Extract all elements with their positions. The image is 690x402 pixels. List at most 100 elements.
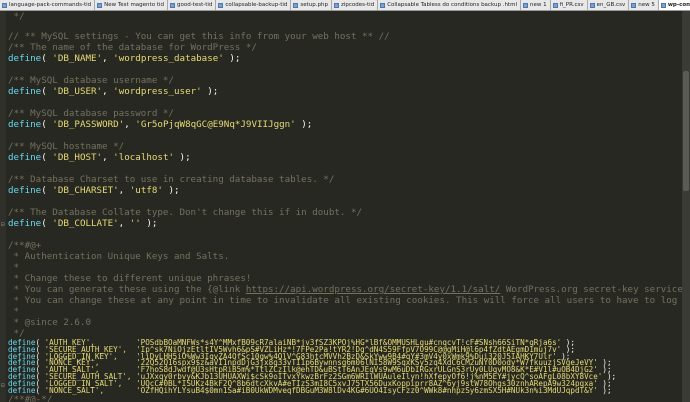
code-line: * — [8, 262, 20, 273]
const-value: 'OZfHQihYLYsuB4$0mn1Sa#iB0UkWDMveqfDBGuM… — [136, 385, 598, 395]
define-keyword: define — [8, 119, 42, 130]
punctuation: , — [124, 119, 136, 130]
comment-text: * You can generate these using the {@lin… — [8, 284, 246, 295]
const-name: 'NONCE_SALT', — [44, 385, 105, 395]
tab-9[interactable]: en_GB.csv — [587, 0, 630, 10]
punctuation: ( — [41, 185, 53, 196]
define-keyword: define — [8, 53, 42, 64]
tab-label: setup.php — [300, 2, 328, 8]
code-line: * You can generate these using the {@lin… — [8, 284, 682, 295]
punctuation: ); — [162, 185, 180, 196]
punctuation: ( — [41, 86, 53, 97]
tab-11[interactable]: wp-config.php — [658, 0, 690, 10]
file-icon — [97, 2, 103, 8]
punctuation: ); — [140, 218, 158, 229]
file-icon — [589, 2, 595, 8]
punctuation: ( — [41, 218, 53, 229]
code-editor[interactable]: ⊟ ⊟ */ // ** MySQL settings - You can ge… — [0, 11, 682, 402]
code-line-define-db-user: define( 'DB_USER', 'wordpress_user' ); — [8, 86, 218, 97]
tab-10[interactable]: new 5 — [629, 0, 659, 10]
file-icon — [334, 2, 339, 8]
fold-marker-icon[interactable]: ⊟ — [1, 383, 5, 389]
code-line: /** MySQL database password */ — [8, 108, 174, 119]
code-line: /**#@-*/ — [8, 394, 53, 402]
punctuation: ); — [201, 86, 219, 97]
fold-gutter: ⊟ ⊟ — [0, 11, 6, 402]
tab-2[interactable]: good-test-tid — [167, 0, 217, 10]
file-icon — [660, 2, 666, 8]
const-name: 'DB_HOST' — [52, 152, 103, 163]
tab-5[interactable]: zipcodes-tid — [332, 0, 379, 10]
punctuation: , — [118, 218, 130, 229]
file-icon — [631, 2, 637, 8]
const-name: 'DB_COLLATE' — [52, 218, 119, 229]
punctuation: ( — [41, 152, 53, 163]
punctuation: , — [102, 86, 114, 97]
const-value: '' — [129, 218, 141, 229]
file-icon — [218, 2, 224, 8]
define-keyword: define — [8, 86, 42, 97]
scrollbar-thumb[interactable] — [683, 71, 689, 191]
tab-1[interactable]: New Test magento tid — [95, 0, 168, 10]
code-line: /** MySQL hostname */ — [8, 141, 125, 152]
code-line: * You can change these at any point in t… — [8, 295, 682, 306]
punctuation: ); — [174, 152, 191, 163]
tab-bar: language-pack-commands-tid New Test magen… — [0, 0, 690, 11]
tab-label: new 1 — [529, 2, 547, 8]
tab-3[interactable]: collapsable-backup-tid — [216, 0, 292, 10]
const-name: 'DB_CHARSET' — [52, 185, 119, 196]
code-line: /** The Database Collate type. Don't cha… — [8, 207, 363, 218]
code-line-define-db-password: define( 'DB_PASSWORD', 'Gr5oPjqW8qGC@E9N… — [8, 119, 312, 130]
file-icon — [293, 2, 299, 8]
code-line-define-db-collate: define( 'DB_COLLATE', '' ); — [8, 218, 157, 229]
vertical-scrollbar[interactable] — [682, 11, 690, 402]
const-name: 'DB_NAME' — [52, 53, 103, 64]
code-line-define-db-name: define( 'DB_NAME', 'wordpress_database' … — [8, 53, 240, 64]
file-icon — [522, 2, 528, 8]
tab-label: good-test-tid — [176, 2, 213, 8]
tab-7[interactable]: new 1 — [520, 0, 551, 10]
secret-key-link[interactable]: https://api.wordpress.org/secret-key/1.1… — [246, 284, 500, 295]
tab-8[interactable]: fi_PR.csv — [550, 0, 588, 10]
comment-text: WordPress.org secret-key service} — [500, 284, 682, 295]
code-line: /** Database Charset to use in creating … — [8, 174, 335, 185]
file-icon — [380, 2, 386, 8]
code-line: /** The name of the database for WordPre… — [8, 42, 257, 53]
tab-0[interactable]: language-pack-commands-tid — [0, 0, 96, 10]
const-value: 'utf8' — [129, 185, 163, 196]
tab-label: fi_PR.csv — [559, 2, 584, 8]
const-value: 'wordpress_user' — [113, 86, 202, 97]
code-line: /** MySQL database username */ — [8, 75, 174, 86]
tab-label: Collapsable Tabless do conditions backup… — [387, 2, 517, 8]
const-value: 'localhost' — [113, 152, 175, 163]
tab-label: en_GB.csv — [596, 2, 626, 8]
file-icon — [552, 2, 558, 8]
const-name: 'DB_USER' — [52, 86, 103, 97]
code-line: * — [8, 306, 20, 317]
tab-label: collapsable-backup-tid — [225, 2, 288, 8]
punctuation: , — [102, 53, 114, 64]
code-line-define-db-charset: define( 'DB_CHARSET', 'utf8' ); — [8, 185, 180, 196]
tab-label: zipcodes-tid — [341, 2, 375, 8]
punctuation: ( — [41, 119, 53, 130]
tab-6[interactable]: Collapsable Tabless do conditions backup… — [378, 0, 521, 10]
code-line: /**#@+ — [8, 240, 42, 251]
file-icon — [169, 2, 175, 8]
tab-4[interactable]: setup.php — [291, 0, 332, 10]
fold-marker-icon[interactable]: ⊟ — [1, 222, 5, 228]
code-line: */ — [8, 11, 25, 22]
punctuation: , — [102, 152, 114, 163]
punctuation: ); — [295, 119, 313, 130]
define-keyword: define — [8, 152, 42, 163]
code-line: * Change these to different unique phras… — [8, 273, 252, 284]
punctuation: ); — [597, 385, 612, 395]
code-line: * Authentication Unique Keys and Salts. — [8, 251, 230, 262]
const-value: 'wordpress_database' — [113, 53, 224, 64]
code-line-define-auth-key: define( 'NONCE_SALT', 'OZfHQihYLYsuB4$0m… — [8, 385, 612, 395]
code-line-define-db-host: define( 'DB_HOST', 'localhost' ); — [8, 152, 191, 163]
define-keyword: define — [8, 185, 42, 196]
tab-label: wp-config.php — [667, 2, 690, 8]
punctuation: ); — [223, 53, 241, 64]
tab-label: language-pack-commands-tid — [9, 2, 92, 8]
